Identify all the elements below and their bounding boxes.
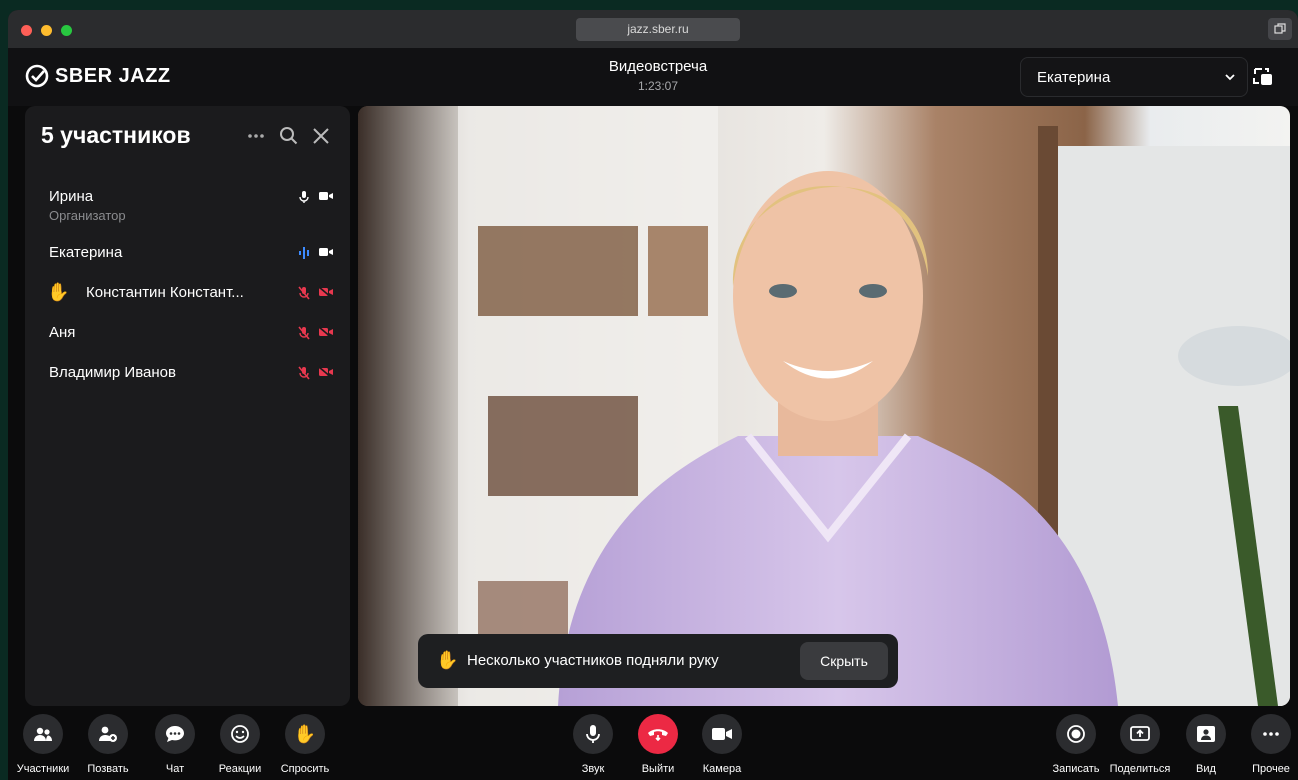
hide-button[interactable]: Скрыть <box>800 642 888 680</box>
camera-icon <box>712 728 732 740</box>
raised-hand-icon: ✋ <box>436 650 459 670</box>
invite-icon <box>99 726 117 742</box>
hand-icon: ✋ <box>293 723 317 744</box>
participant-name: Константин Констант... <box>86 284 244 301</box>
view-button[interactable]: Вид <box>1171 714 1241 775</box>
reactions-button[interactable]: Реакции <box>205 714 275 775</box>
mic-icon <box>586 725 600 743</box>
chat-icon <box>166 726 184 742</box>
participants-count-title: 5 участников <box>41 122 191 148</box>
participant-row[interactable]: Ирина Организатор <box>49 188 334 223</box>
mic-off-icon <box>298 286 310 300</box>
minimize-window-button[interactable] <box>41 25 52 36</box>
close-icon[interactable] <box>312 127 330 145</box>
participant-row[interactable]: Владимир Иванов <box>49 364 334 384</box>
meeting-timer: 1:23:07 <box>637 79 679 93</box>
camera-off-icon <box>318 286 333 298</box>
chevron-down-icon <box>1225 74 1235 81</box>
participant-name: Аня <box>49 324 76 341</box>
notification-text: Несколько участников подняли руку <box>467 652 719 669</box>
more-icon <box>1263 732 1279 736</box>
sound-label: Звук <box>581 763 605 775</box>
chat-button[interactable]: Чат <box>140 714 210 775</box>
share-label: Поделиться <box>1109 763 1171 775</box>
close-window-button[interactable] <box>21 25 32 36</box>
raise-hand-button[interactable]: ✋ Спросить <box>270 714 340 775</box>
mic-off-icon <box>298 366 310 380</box>
more-label: Прочее <box>1252 763 1290 775</box>
tile-icon <box>1274 23 1286 34</box>
participants-button[interactable]: Участники <box>8 714 78 775</box>
switch-device-icon[interactable] <box>1252 67 1274 87</box>
leave-button[interactable]: Выйти <box>623 714 693 775</box>
smile-icon <box>231 725 249 743</box>
participant-name: Екатерина <box>49 244 123 261</box>
raised-hands-notification: ✋ Несколько участников подняли руку Скры… <box>418 634 898 688</box>
sber-logo-icon <box>25 64 49 88</box>
camera-off-icon <box>318 366 333 378</box>
participants-icon <box>34 727 52 741</box>
participant-video-image <box>358 106 1290 706</box>
user-selector[interactable]: Екатерина <box>1020 57 1248 97</box>
app-header: SBER JAZZ Видеовстреча 1:23:07 Екатерина <box>8 48 1298 106</box>
mic-icon <box>299 191 309 203</box>
reactions-label: Реакции <box>218 763 262 775</box>
participant-row[interactable]: ✋ Константин Констант... <box>47 282 334 304</box>
sound-button[interactable]: Звук <box>558 714 628 775</box>
meeting-title: Видеовстреча <box>608 58 708 75</box>
camera-label: Камера <box>702 763 742 775</box>
sber-jazz-logo: SBER JAZZ <box>25 64 171 88</box>
more-button[interactable]: Прочее <box>1236 714 1298 775</box>
record-label: Записать <box>1052 763 1100 775</box>
panel-tools <box>247 126 330 145</box>
record-icon <box>1067 725 1085 743</box>
participants-panel: 5 участников Ирина Организатор Екатерина… <box>25 106 350 706</box>
more-options-icon[interactable] <box>247 133 265 139</box>
mic-off-icon <box>298 326 310 340</box>
layout-icon <box>1197 726 1215 742</box>
bottom-toolbar: Участники Позвать Чат Реакции ✋ Спросить… <box>8 706 1298 780</box>
view-label: Вид <box>1196 763 1216 775</box>
leave-label: Выйти <box>641 763 675 775</box>
video-feed[interactable] <box>358 106 1290 706</box>
window-tile-button[interactable] <box>1268 18 1292 40</box>
chat-label: Чат <box>165 763 185 775</box>
user-name: Екатерина <box>1037 69 1111 86</box>
participant-row[interactable]: Екатерина <box>49 244 334 264</box>
participant-row[interactable]: Аня <box>49 324 334 344</box>
participant-name: Ирина <box>49 188 94 205</box>
speaking-indicator-icon <box>299 247 309 259</box>
share-button[interactable]: Поделиться <box>1105 714 1175 775</box>
maximize-window-button[interactable] <box>61 25 72 36</box>
record-button[interactable]: Записать <box>1041 714 1111 775</box>
hangup-icon <box>648 729 668 741</box>
raise-hand-label: Спросить <box>280 763 330 775</box>
camera-icon <box>319 192 333 200</box>
share-icon <box>1130 726 1150 741</box>
camera-off-icon <box>318 326 333 338</box>
participants-label: Участники <box>16 763 70 775</box>
participant-name: Владимир Иванов <box>49 364 176 381</box>
invite-button[interactable]: Позвать <box>73 714 143 775</box>
address-bar[interactable]: jazz.sber.ru <box>576 18 740 41</box>
invite-label: Позвать <box>87 763 129 775</box>
brand-name: SBER JAZZ <box>55 64 171 87</box>
camera-icon <box>319 248 333 256</box>
search-icon[interactable] <box>279 126 298 145</box>
camera-button[interactable]: Камера <box>687 714 757 775</box>
meeting-info: Видеовстреча 1:23:07 <box>558 58 758 93</box>
browser-titlebar: jazz.sber.ru <box>8 10 1298 48</box>
participant-role: Организатор <box>49 208 126 223</box>
app-window: jazz.sber.ru SBER JAZZ Видеовстреча 1:23… <box>8 10 1298 780</box>
raised-hand-icon: ✋ <box>47 282 70 302</box>
